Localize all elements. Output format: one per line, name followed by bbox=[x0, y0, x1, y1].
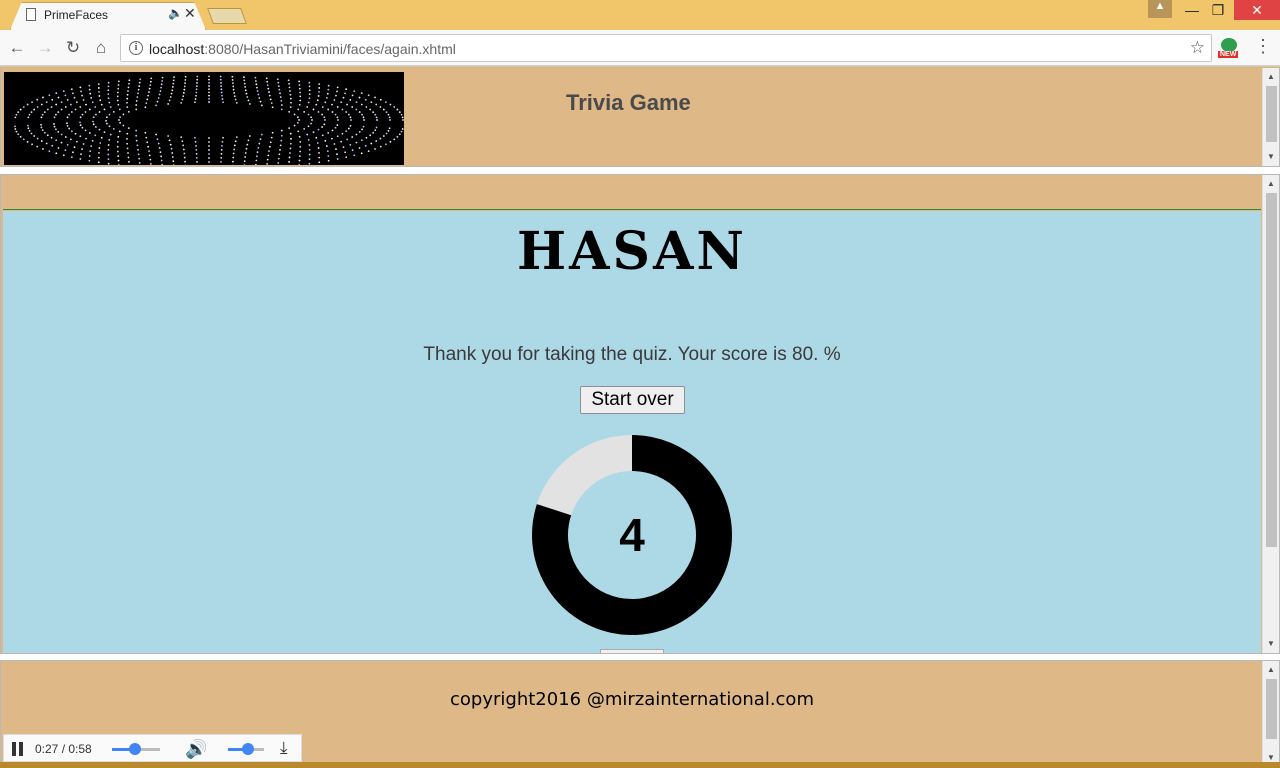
media-time: 0:27 / 0:58 bbox=[35, 742, 92, 756]
timer-value: 4 bbox=[619, 509, 645, 561]
close-icon[interactable]: ✕ bbox=[184, 5, 196, 22]
page-viewport: Trivia Game ▲ ▼ HASAN Thank you for taki… bbox=[0, 67, 1280, 768]
score-message: Thank you for taking the quiz. Your scor… bbox=[423, 344, 841, 365]
browser-titlebar: PrimeFaces 🔈 ✕ ▲ — ❐ ✕ bbox=[0, 0, 1280, 30]
header-frame: Trivia Game ▲ ▼ bbox=[0, 67, 1280, 167]
forward-icon[interactable]: → bbox=[34, 37, 56, 59]
new-tab-button[interactable] bbox=[207, 8, 247, 24]
bookmark-star-icon[interactable]: ☆ bbox=[1190, 38, 1205, 58]
main-frame: HASAN Thank you for taking the quiz. You… bbox=[0, 174, 1280, 654]
audio-player: 0:27 / 0:58 🔊 ⤓ bbox=[3, 734, 302, 762]
taskbar bbox=[0, 762, 1280, 768]
restore-icon[interactable]: ❐ bbox=[1204, 0, 1232, 20]
volume-slider[interactable] bbox=[228, 743, 264, 755]
window-close-icon[interactable]: ✕ bbox=[1234, 0, 1280, 20]
header-scrollbar[interactable]: ▲ ▼ bbox=[1262, 68, 1279, 166]
download-icon[interactable]: ⤓ bbox=[280, 738, 288, 758]
main-scrollbar[interactable]: ▲ ▼ bbox=[1262, 175, 1279, 653]
footer-scrollbar[interactable]: ▲ ▼ bbox=[1262, 661, 1279, 767]
player-name: HASAN bbox=[517, 221, 747, 282]
quiz-result-panel: HASAN Thank you for taking the quiz. You… bbox=[3, 211, 1261, 653]
countdown-timer: 4 bbox=[532, 435, 732, 635]
extension-badge: NEW bbox=[1218, 51, 1239, 58]
pause-icon[interactable] bbox=[12, 742, 24, 756]
tab-title[interactable]: PrimeFaces bbox=[44, 8, 108, 22]
page-icon bbox=[26, 8, 36, 21]
page-title: Trivia Game bbox=[566, 90, 691, 115]
reload-icon[interactable]: ↻ bbox=[62, 37, 84, 59]
partially-hidden-button[interactable] bbox=[600, 649, 664, 653]
info-icon[interactable]: i bbox=[129, 41, 143, 55]
banner-image bbox=[4, 72, 404, 165]
speaker-icon[interactable]: 🔈 bbox=[168, 6, 183, 20]
minimize-icon[interactable]: — bbox=[1178, 0, 1206, 20]
main-band bbox=[3, 175, 1261, 210]
volume-icon[interactable]: 🔊 bbox=[185, 739, 207, 760]
browser-toolbar: ← → ↻ ⌂ i localhost:8080/HasanTriviamini… bbox=[0, 30, 1280, 66]
seek-slider[interactable] bbox=[112, 743, 160, 755]
home-icon[interactable]: ⌂ bbox=[90, 37, 112, 59]
copyright-text: copyright2016 @mirzainternational.com bbox=[450, 689, 814, 710]
url-text[interactable]: localhost:8080/HasanTriviamini/faces/aga… bbox=[149, 41, 456, 57]
address-bar[interactable]: i localhost:8080/HasanTriviamini/faces/a… bbox=[120, 34, 1212, 62]
extension-icon[interactable]: NEW bbox=[1218, 38, 1242, 60]
kebab-menu-icon[interactable]: ⋮ bbox=[1254, 36, 1272, 57]
user-icon[interactable]: ▲ bbox=[1148, 0, 1172, 18]
start-over-button[interactable]: Start over bbox=[580, 386, 685, 414]
back-icon[interactable]: ← bbox=[6, 37, 28, 59]
